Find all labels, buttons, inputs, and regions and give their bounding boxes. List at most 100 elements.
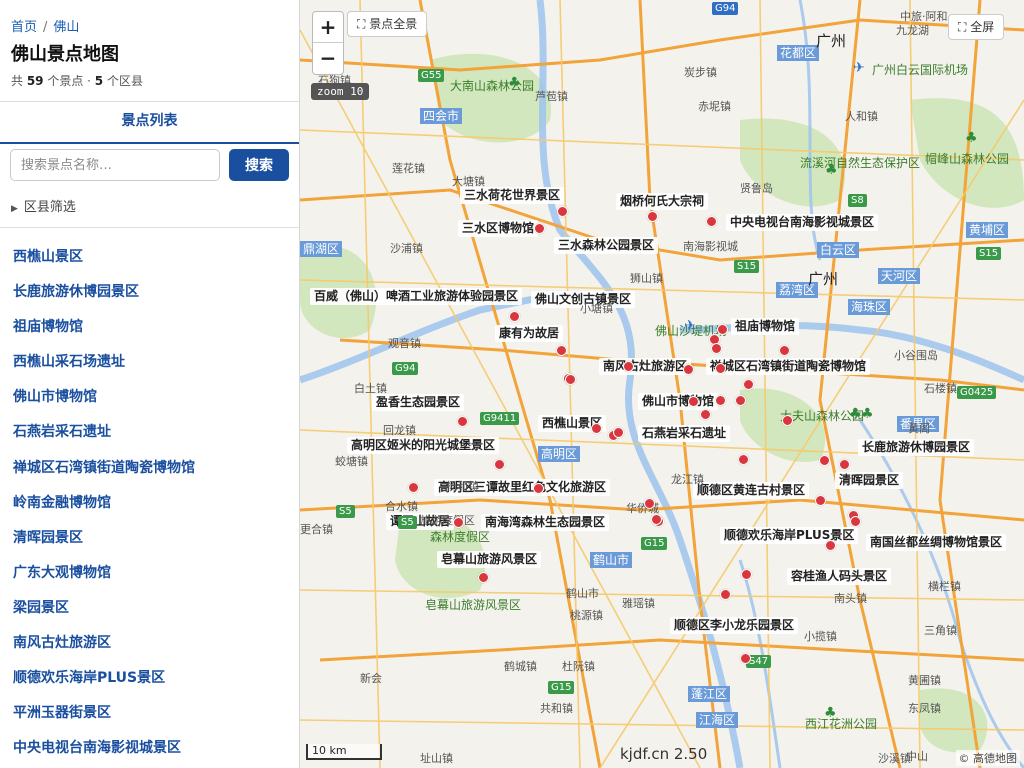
spot-list-item[interactable]: 祖庙博物馆 — [0, 310, 299, 345]
map-location-pin[interactable] — [478, 572, 489, 583]
map-location-pin[interactable] — [700, 409, 711, 420]
map-location-pin[interactable] — [819, 455, 830, 466]
district-filter-toggle[interactable]: ▶ 区县筛选 — [11, 196, 76, 215]
spot-list-item[interactable]: 梁园景区 — [0, 591, 299, 626]
map-location-pin[interactable] — [717, 324, 728, 335]
spot-list-item[interactable]: 石燕岩采石遗址 — [0, 415, 299, 450]
map-location-pin[interactable] — [741, 569, 752, 580]
park-tree-icon: ♣ — [861, 406, 874, 422]
tab-spot-list[interactable]: 景点列表 — [0, 102, 299, 140]
map-location-pin[interactable] — [457, 416, 468, 427]
map-poi-label[interactable]: 盈香生态园景区 — [372, 394, 465, 411]
map-location-pin[interactable] — [850, 516, 861, 527]
spot-list-item[interactable]: 中央电视台南海影视城景区 — [0, 731, 299, 766]
map-view[interactable]: 三水荷花世界景区 烟桥何氏大宗祠 中央电视台南海影视城景区 三水区博物馆 三水森林公园景… — [300, 0, 1024, 768]
place-label: 杨和镇 — [446, 480, 479, 493]
map-location-pin[interactable] — [613, 427, 624, 438]
map-poi-label[interactable]: 三水区博物馆 — [458, 220, 539, 237]
map-location-pin[interactable] — [509, 311, 520, 322]
map-poi-label[interactable]: 禅城区石湾镇街道陶瓷博物馆 — [706, 358, 871, 375]
spot-list-item[interactable]: 南风古灶旅游区 — [0, 626, 299, 661]
map-location-pin[interactable] — [782, 415, 793, 426]
zoom-out-button[interactable]: − — [313, 43, 343, 73]
map-location-pin[interactable] — [533, 483, 544, 494]
map-poi-label[interactable]: 中央电视台南海影视城景区 — [726, 214, 879, 231]
map-location-pin[interactable] — [565, 374, 576, 385]
map-location-pin[interactable] — [647, 211, 658, 222]
map-poi-label[interactable]: 长鹿旅游休博园景区 — [858, 439, 975, 456]
map-poi-label[interactable]: 南风古灶旅游区 — [599, 358, 692, 375]
map-location-pin[interactable] — [494, 459, 505, 470]
search-button[interactable]: 搜索 — [229, 149, 289, 181]
spot-list-item[interactable]: 西樵山采石场遗址 — [0, 345, 299, 380]
map-poi-label[interactable]: 祖庙博物馆 — [731, 318, 800, 335]
spot-list-item[interactable]: 佛山市博物馆 — [0, 380, 299, 415]
map-poi-label[interactable]: 烟桥何氏大宗祠 — [616, 193, 709, 210]
map-location-pin[interactable] — [706, 216, 717, 227]
map-poi-label[interactable]: 顺德区黄连古村景区 — [693, 482, 810, 499]
fullscreen-button[interactable]: ⛶ 全屏 — [948, 14, 1005, 40]
spot-list: 西樵山景区 长鹿旅游休博园景区 祖庙博物馆 西樵山采石场遗址 佛山市博物馆 石燕岩采石遗址… — [0, 240, 299, 766]
map-location-pin[interactable] — [408, 482, 419, 493]
breadcrumb-home-link[interactable]: 首页 — [11, 20, 37, 35]
map-location-pin[interactable] — [453, 517, 464, 528]
map-location-pin[interactable] — [779, 345, 790, 356]
spot-list-item[interactable]: 禅城区石湾镇街道陶瓷博物馆 — [0, 451, 299, 486]
map-poi-label[interactable]: 顺德区李小龙乐园景区 — [670, 617, 799, 634]
map-poi-label[interactable]: 佛山市博物馆 — [638, 393, 719, 410]
map-poi-label[interactable]: 容桂渔人码头景区 — [787, 568, 892, 585]
page-title: 佛山景点地图 — [11, 44, 119, 65]
map-location-pin[interactable] — [740, 653, 751, 664]
place-label: 小谷围岛 — [894, 349, 938, 362]
spot-list-item[interactable]: 平洲玉器街景区 — [0, 696, 299, 731]
breadcrumb-current-link[interactable]: 佛山 — [53, 20, 79, 35]
map-location-pin[interactable] — [557, 206, 568, 217]
spot-list-item[interactable]: 清晖园景区 — [0, 521, 299, 556]
map-poi-label[interactable]: 石燕岩采石遗址 — [638, 425, 731, 442]
map-location-pin[interactable] — [711, 343, 722, 354]
place-label: 鹤山市 — [566, 587, 599, 600]
map-poi-label[interactable]: 顺德欢乐海岸PLUS景区 — [720, 527, 859, 544]
map-poi-label[interactable]: 清晖园景区 — [835, 472, 904, 489]
map-location-pin[interactable] — [738, 454, 749, 465]
zoom-control: + − — [312, 11, 344, 75]
map-location-pin[interactable] — [735, 395, 746, 406]
place-label: 九龙湖 — [896, 24, 929, 37]
map-location-pin[interactable] — [644, 498, 655, 509]
map-poi-label[interactable]: 皂幕山旅游风景区 — [437, 551, 542, 568]
map-location-pin[interactable] — [839, 459, 850, 470]
map-location-pin[interactable] — [651, 514, 662, 525]
map-location-pin[interactable] — [825, 540, 836, 551]
road-shield: G94 — [392, 362, 419, 375]
map-poi-label[interactable]: 百威（佛山）啤酒工业旅游体验园景区 — [310, 288, 523, 305]
map-poi-label[interactable]: 三水森林公园景区 — [554, 237, 659, 254]
map-poi-label[interactable]: 南国丝都丝绸博物馆景区 — [866, 534, 1007, 551]
map-location-pin[interactable] — [688, 396, 699, 407]
spot-list-item[interactable]: 长鹿旅游休博园景区 — [0, 275, 299, 310]
map-location-pin[interactable] — [743, 379, 754, 390]
map-location-pin[interactable] — [623, 361, 634, 372]
spot-list-item[interactable]: 广东大观博物馆 — [0, 556, 299, 591]
spot-list-item[interactable]: 西樵山景区 — [0, 240, 299, 275]
place-label: 新会 — [360, 672, 382, 685]
overview-button[interactable]: ⛶ 景点全景 — [347, 11, 428, 37]
map-poi-label[interactable]: 南海湾森林生态园景区 — [481, 514, 610, 531]
map-location-pin[interactable] — [815, 495, 826, 506]
place-label: 芦苞镇 — [535, 90, 568, 103]
map-poi-label[interactable]: 三水荷花世界景区 — [460, 187, 565, 204]
search-input[interactable] — [10, 149, 220, 181]
zoom-in-button[interactable]: + — [313, 12, 343, 43]
map-location-pin[interactable] — [591, 423, 602, 434]
place-label: 广州 — [816, 32, 847, 50]
map-location-pin[interactable] — [715, 363, 726, 374]
map-poi-label[interactable]: 高明区姬米的阳光城堡景区 — [347, 437, 500, 454]
map-location-pin[interactable] — [720, 589, 731, 600]
map-location-pin[interactable] — [715, 395, 726, 406]
map-location-pin[interactable] — [556, 345, 567, 356]
map-location-pin[interactable] — [534, 223, 545, 234]
map-poi-label[interactable]: 康有为故居 — [495, 325, 564, 342]
map-location-pin[interactable] — [683, 364, 694, 375]
spot-list-item[interactable]: 顺德欢乐海岸PLUS景区 — [0, 661, 299, 696]
spot-list-item[interactable]: 岭南金融博物馆 — [0, 486, 299, 521]
place-label: 黄圃镇 — [908, 674, 941, 687]
